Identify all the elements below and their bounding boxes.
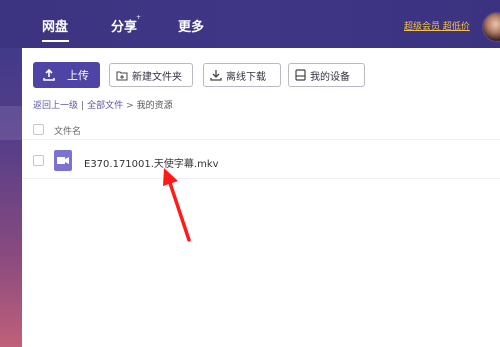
file-area <box>22 48 500 347</box>
sidebar-selected-item[interactable] <box>0 106 22 140</box>
select-all-checkbox[interactable] <box>33 124 44 135</box>
my-devices-button[interactable]: 我的设备 <box>288 63 365 87</box>
breadcrumb-current: 我的资源 <box>136 101 173 111</box>
upload-label: 上传 <box>67 69 89 82</box>
avatar[interactable] <box>482 12 500 42</box>
file-row-checkbox[interactable] <box>33 155 44 166</box>
header-divider <box>22 139 500 140</box>
vip-promo-link[interactable]: 超级会员 超低价 <box>404 19 470 32</box>
left-sidebar <box>0 48 22 347</box>
upload-button[interactable]: 上传 <box>33 62 100 88</box>
offline-download-label: 离线下载 <box>226 71 266 83</box>
new-folder-label: 新建文件夹 <box>132 71 182 83</box>
breadcrumb-all-files-link[interactable]: 全部文件 <box>87 101 123 111</box>
new-folder-button[interactable]: 新建文件夹 <box>109 63 193 87</box>
breadcrumb-back-link[interactable]: 返回上一级 <box>33 101 78 111</box>
download-icon <box>210 70 222 81</box>
breadcrumb: 返回上一级 | 全部文件 > 我的资源 <box>33 98 173 111</box>
breadcrumb-chevron: > <box>126 101 134 111</box>
row-divider <box>22 178 500 179</box>
filename-column-header: 文件名 <box>54 127 82 137</box>
offline-download-button[interactable]: 离线下载 <box>203 63 281 87</box>
upload-icon <box>43 69 55 81</box>
file-row-name[interactable]: E370.171001.天使字幕.mkv <box>84 155 219 170</box>
new-badge: + <box>136 14 142 21</box>
breadcrumb-separator: | <box>81 101 85 111</box>
tab-more[interactable]: 更多 <box>178 16 204 35</box>
tab-share[interactable]: 分享 <box>111 16 137 35</box>
new-folder-icon <box>116 71 128 80</box>
top-navigation-bar: 网盘 分享 + 更多 超级会员 超低价 <box>0 0 500 48</box>
tab-netdisk[interactable]: 网盘 <box>42 16 68 35</box>
device-icon <box>295 69 306 81</box>
active-tab-indicator <box>42 40 69 42</box>
video-file-icon <box>54 150 72 171</box>
my-devices-label: 我的设备 <box>310 71 350 83</box>
